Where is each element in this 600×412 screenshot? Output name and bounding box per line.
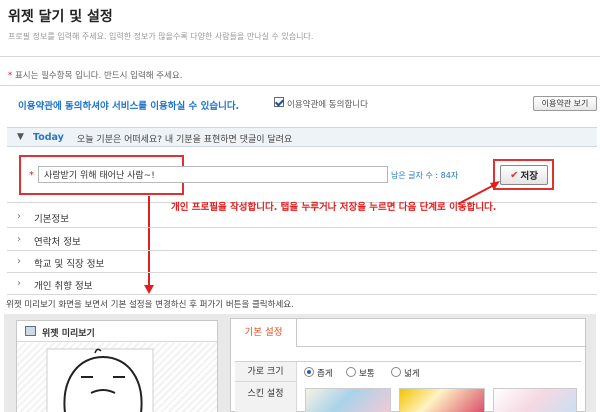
section-label: 개인 취향 정보 [34, 281, 93, 292]
skin-label: 스킨 설정 [235, 382, 297, 412]
skin-thumbnail[interactable] [399, 388, 485, 412]
width-option-label: 넓게 [404, 369, 420, 379]
chevron-right-icon: › [17, 278, 21, 289]
arrow-head-save [490, 181, 500, 190]
section-label: 기본정보 [34, 214, 69, 225]
preview-instruction: 위젯 미리보기 화면을 보면서 기본 설정을 변경하신 후 퍼가기 버튼을 클릭… [6, 300, 294, 310]
chevron-right-icon: › [17, 234, 21, 245]
section-label: 학교 및 직장 정보 [34, 259, 105, 270]
widget-preview-panel: 위젯 미리보기 [16, 320, 218, 412]
chevron-right-icon: › [17, 211, 21, 222]
widget-preview-canvas [17, 343, 217, 412]
widget-preview-header: 위젯 미리보기 [17, 321, 217, 342]
width-option-label: 보통 [359, 369, 375, 379]
widget-window-icon [25, 326, 36, 336]
width-radio-narrow[interactable] [304, 367, 314, 377]
section-contact-info[interactable]: › 연락처 정보 [7, 229, 597, 251]
widget-preview-title: 위젯 미리보기 [42, 329, 95, 339]
width-radio-wide[interactable] [391, 367, 401, 377]
chevron-right-icon: › [17, 256, 21, 267]
section-label: 연락처 정보 [34, 237, 81, 248]
tab-underline [297, 346, 587, 347]
width-option-label: 좁게 [317, 369, 333, 379]
section-school-work-info[interactable]: › 학교 및 직장 정보 [7, 251, 597, 273]
width-label: 가로 크기 [235, 362, 297, 382]
character-illustration [46, 348, 154, 412]
section-basic-info[interactable]: › 기본정보 [7, 206, 597, 228]
skin-thumbnail[interactable] [305, 388, 391, 412]
section-preference-info[interactable]: › 개인 취향 정보 [7, 273, 597, 295]
tab-basic-settings[interactable]: 기본 설정 [231, 319, 297, 347]
settings-panel: 기본 설정 가로 크기 좁게 보통 넓게 스킨 설정 [230, 318, 587, 412]
width-radio-normal[interactable] [346, 367, 356, 377]
skin-thumbnail[interactable] [493, 388, 577, 412]
settings-grid: 가로 크기 좁게 보통 넓게 스킨 설정 [235, 361, 581, 412]
